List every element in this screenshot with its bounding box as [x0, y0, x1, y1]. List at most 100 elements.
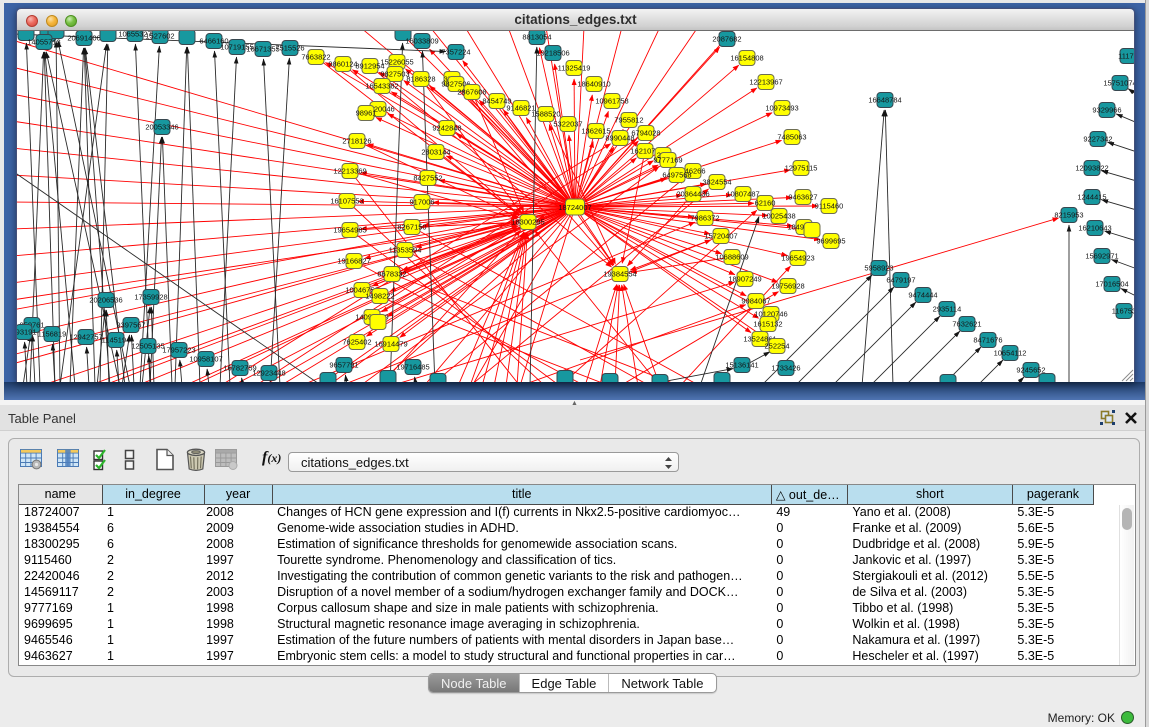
- svg-text:8471676: 8471676: [973, 336, 1002, 345]
- svg-text:15720407: 15720407: [704, 232, 737, 241]
- svg-text:20053346: 20053346: [145, 123, 178, 132]
- svg-text:393191: 393191: [17, 328, 37, 337]
- svg-text:19166827: 19166827: [337, 257, 370, 266]
- svg-text:9699695: 9699695: [816, 237, 845, 246]
- svg-text:7625402: 7625402: [342, 338, 371, 347]
- svg-text:2087682: 2087682: [712, 35, 741, 44]
- svg-text:6479197: 6479197: [886, 276, 915, 285]
- svg-text:17016504: 17016504: [1095, 280, 1128, 289]
- svg-text:12213967: 12213967: [749, 78, 782, 87]
- svg-text:1615132: 1615132: [753, 320, 782, 329]
- svg-text:7955812: 7955812: [614, 116, 643, 125]
- svg-text:9329966: 9329966: [1092, 106, 1121, 115]
- svg-text:1733426: 1733426: [771, 364, 800, 373]
- svg-text:10973493: 10973493: [765, 104, 798, 113]
- svg-text:98961: 98961: [356, 109, 377, 118]
- svg-text:19384554: 19384554: [603, 270, 636, 279]
- svg-text:7515526: 7515526: [275, 44, 304, 53]
- svg-text:917006: 917006: [409, 198, 434, 207]
- svg-text:8990448: 8990448: [605, 134, 634, 143]
- svg-text:19654985: 19654985: [333, 226, 366, 235]
- svg-text:9463627: 9463627: [788, 193, 817, 202]
- svg-text:7663822: 7663822: [301, 53, 330, 62]
- svg-text:16107553: 16107553: [330, 197, 363, 206]
- svg-text:2718126: 2718126: [342, 137, 371, 146]
- svg-text:12923448: 12923448: [252, 369, 285, 378]
- svg-text:15226055: 15226055: [380, 58, 413, 67]
- svg-text:7632621: 7632621: [952, 320, 981, 329]
- svg-text:19716485: 19716485: [396, 363, 429, 372]
- svg-text:116753: 116753: [1112, 307, 1134, 316]
- svg-text:16154808: 16154808: [730, 54, 763, 63]
- svg-text:9474444: 9474444: [908, 291, 937, 300]
- svg-text:7986372: 7986372: [690, 214, 719, 223]
- svg-text:2935114: 2935114: [933, 305, 962, 314]
- svg-text:5322037: 5322037: [553, 120, 582, 129]
- svg-text:18300295: 18300295: [511, 218, 544, 227]
- svg-text:18724007: 18724007: [558, 203, 591, 212]
- svg-text:9397567: 9397567: [116, 321, 145, 330]
- svg-text:11325419: 11325419: [558, 64, 591, 73]
- svg-text:1588520: 1588520: [531, 110, 560, 119]
- svg-text:1156819: 1156819: [38, 330, 67, 339]
- svg-text:9227342: 9227342: [1083, 135, 1112, 144]
- svg-text:9084067: 9084067: [741, 297, 770, 306]
- svg-text:10807487: 10807487: [726, 190, 759, 199]
- svg-text:1498222: 1498222: [365, 292, 394, 301]
- svg-text:5958923: 5958923: [864, 264, 893, 273]
- svg-text:18907249: 18907249: [728, 275, 761, 284]
- svg-text:9245652: 9245652: [1016, 366, 1045, 375]
- svg-text:16033809: 16033809: [405, 37, 438, 46]
- svg-text:8678332: 8678332: [377, 270, 406, 279]
- svg-text:10961758: 10961758: [595, 97, 628, 106]
- svg-text:11173: 11173: [1118, 52, 1134, 61]
- svg-text:2867608: 2867608: [457, 88, 486, 97]
- svg-text:10025438: 10025438: [762, 212, 795, 221]
- svg-text:12505135: 12505135: [131, 342, 164, 351]
- svg-text:9777169: 9777169: [653, 156, 682, 165]
- svg-text:8186328: 8186328: [406, 75, 435, 84]
- svg-text:9827503: 9827503: [380, 70, 409, 79]
- svg-text:15751074: 15751074: [1103, 79, 1134, 88]
- svg-text:16914479: 16914479: [374, 340, 407, 349]
- svg-text:17957223: 17957223: [162, 346, 195, 355]
- svg-text:7357224: 7357224: [441, 48, 470, 57]
- svg-text:15692971: 15692971: [1085, 252, 1118, 261]
- svg-text:9860124: 9860124: [328, 60, 357, 69]
- svg-text:8813054: 8813054: [522, 33, 551, 42]
- svg-text:6497568: 6497568: [662, 171, 691, 180]
- svg-text:18640910: 18640910: [577, 80, 610, 89]
- svg-text:19654923: 19654923: [781, 254, 814, 263]
- svg-text:16543382: 16543382: [365, 82, 398, 91]
- svg-text:8427552: 8427552: [413, 174, 442, 183]
- svg-text:20364436: 20364436: [676, 190, 709, 199]
- svg-text:3824554: 3824554: [702, 178, 731, 187]
- svg-text:12942757: 12942757: [69, 333, 102, 342]
- svg-text:19756928: 19756928: [771, 282, 804, 291]
- svg-text:1527602: 1527602: [145, 32, 174, 41]
- svg-text:8267150: 8267150: [397, 223, 426, 232]
- svg-text:10688609: 10688609: [715, 253, 748, 262]
- svg-text:9115460: 9115460: [815, 202, 844, 211]
- svg-text:62160: 62160: [755, 199, 776, 208]
- svg-text:10958107: 10958107: [189, 355, 222, 364]
- svg-text:9242848: 9242848: [432, 124, 461, 133]
- svg-text:1145194: 1145194: [102, 336, 131, 345]
- svg-text:6794028: 6794028: [631, 129, 660, 138]
- svg-text:17359928: 17359928: [134, 293, 167, 302]
- svg-text:12093822: 12093822: [1075, 164, 1108, 173]
- svg-text:16648784: 16648784: [868, 96, 901, 105]
- svg-text:14055713: 14055713: [27, 38, 60, 47]
- svg-text:11353594: 11353594: [389, 246, 422, 255]
- svg-text:10654112: 10654112: [994, 349, 1027, 358]
- svg-text:9657791: 9657791: [329, 361, 358, 370]
- svg-text:7485063: 7485063: [777, 133, 806, 142]
- svg-text:12975115: 12975115: [785, 164, 818, 173]
- svg-text:15136141: 15136141: [725, 361, 758, 370]
- svg-text:19218506: 19218506: [536, 49, 569, 58]
- svg-text:20691406: 20691406: [67, 34, 100, 43]
- svg-text:20206536: 20206536: [89, 296, 122, 305]
- svg-text:12213369: 12213369: [333, 167, 366, 176]
- svg-text:2803144: 2803144: [421, 148, 450, 157]
- svg-text:16210643: 16210643: [1078, 224, 1111, 233]
